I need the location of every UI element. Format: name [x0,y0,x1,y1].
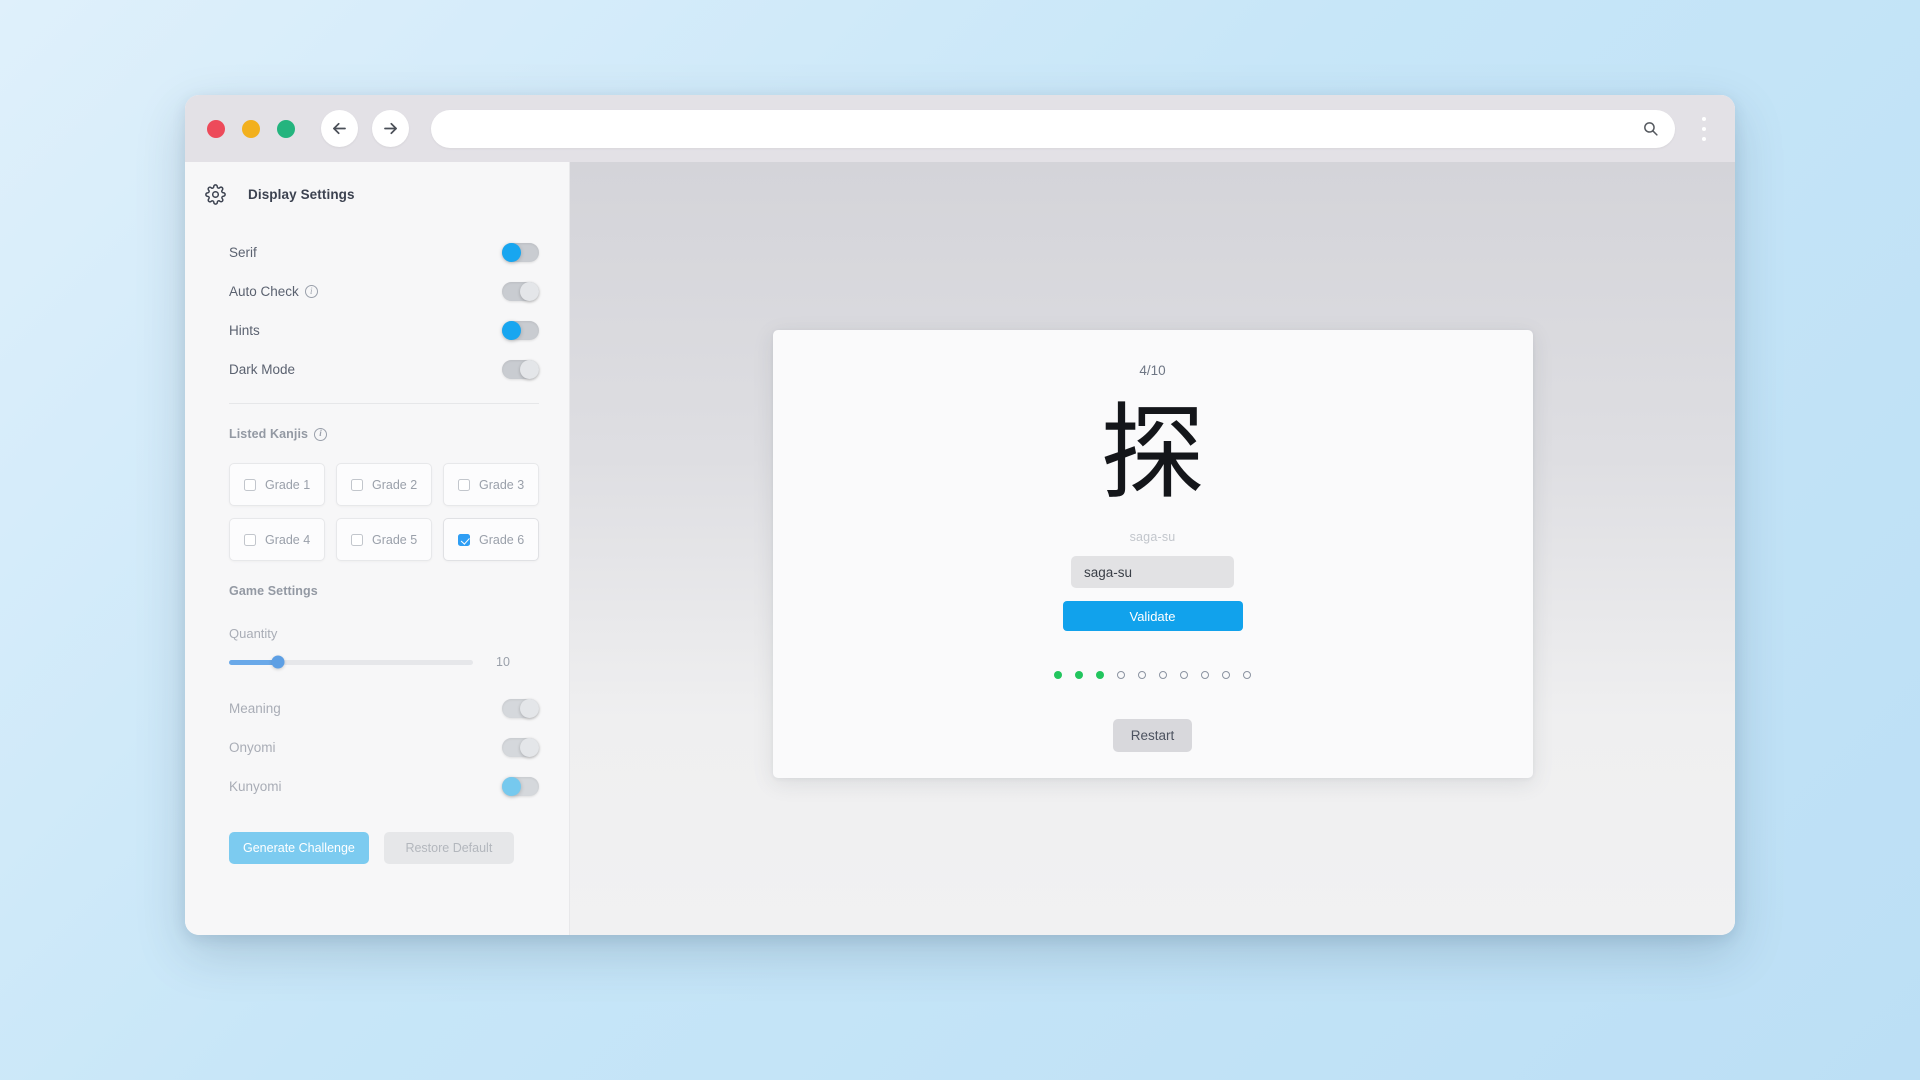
setting-label: Serif [229,245,257,260]
toggle-dark-mode[interactable] [502,360,539,379]
setting-label: Hints [229,323,260,338]
arrow-right-icon [384,122,397,135]
kebab-menu-icon [1702,116,1706,121]
setting-label: Dark Mode [229,362,296,377]
search-icon[interactable] [1642,120,1659,137]
progress-dot [1054,671,1062,679]
sidebar-header: Display Settings [205,184,539,205]
quantity-slider[interactable] [229,655,473,669]
setting-label: Meaning [229,701,281,716]
progress-dot [1243,671,1251,679]
validate-button[interactable]: Validate [1062,601,1243,631]
setting-label: Auto Check i [229,284,318,299]
restore-default-button[interactable]: Restore Default [383,832,514,864]
back-button[interactable] [321,110,358,147]
progress-dot [1096,671,1104,679]
grade-option-2[interactable]: Grade 2 [336,463,432,506]
address-bar[interactable] [431,109,1675,148]
info-icon[interactable]: i [314,427,328,441]
page-body: Display Settings Serif Auto Check i Hint… [185,162,1735,935]
progress-dot [1201,671,1209,679]
sidebar-divider [229,403,539,404]
quantity-value: 10 [496,655,510,669]
setting-row-auto-check: Auto Check i [229,272,539,311]
slider-handle[interactable] [271,655,285,669]
traffic-light-group [207,119,295,138]
kanji-display: 探 [1100,392,1205,514]
navigation-buttons [321,110,409,147]
sidebar-action-buttons: Generate Challenge Restore Default [229,832,539,864]
progress-dot [1117,671,1125,679]
checkbox[interactable] [458,533,470,546]
generate-challenge-button[interactable]: Generate Challenge [229,832,369,864]
toggle-onyomi[interactable] [502,738,539,757]
grade-option-4[interactable]: Grade 4 [229,518,325,561]
setting-row-onyomi: Onyomi [229,728,539,767]
setting-row-serif: Serif [229,233,539,272]
quiz-card: 4/10 探 saga-su Validate Restart [772,330,1533,778]
answer-input[interactable] [1071,556,1234,588]
toggle-auto-check[interactable] [502,282,539,301]
setting-label: Kunyomi [229,779,282,794]
checkbox[interactable] [244,533,256,546]
forward-button[interactable] [372,110,409,147]
grade-option-3[interactable]: Grade 3 [443,463,539,506]
restart-button[interactable]: Restart [1112,719,1193,752]
progress-dot [1180,671,1188,679]
section-title-game-settings: Game Settings [229,584,318,598]
minimize-window-button[interactable] [242,119,260,138]
grade-option-6[interactable]: Grade 6 [443,518,539,561]
grade-selection-grid: Grade 1 Grade 2 Grade 3 Grade 4 Grade 5 … [229,463,539,561]
arrow-left-icon [333,122,346,135]
page-title: Display Settings [248,187,355,202]
toggle-serif[interactable] [502,243,539,262]
checkbox[interactable] [458,478,470,491]
main-content-area: 4/10 探 saga-su Validate Restart [570,162,1735,935]
url-input[interactable] [451,120,1642,137]
browser-window: Display Settings Serif Auto Check i Hint… [185,95,1735,935]
setting-row-dark-mode: Dark Mode [229,350,539,389]
browser-titlebar [185,95,1735,162]
checkbox[interactable] [244,478,256,491]
display-settings-list: Serif Auto Check i Hints Dark Mode [229,233,539,389]
close-window-button[interactable] [207,119,225,138]
toggle-kunyomi[interactable] [502,777,539,796]
info-icon[interactable]: i [304,285,318,298]
game-toggle-list: Meaning Onyomi Kunyomi [229,689,539,806]
progress-dot [1138,671,1146,679]
checkbox[interactable] [351,478,363,491]
setting-label: Onyomi [229,740,276,755]
progress-dots [1054,671,1251,679]
browser-menu-button[interactable] [1687,106,1721,152]
quantity-slider-row: 10 [229,655,539,669]
checkbox[interactable] [351,533,363,546]
toggle-hints[interactable] [502,321,539,340]
question-counter: 4/10 [1139,363,1166,378]
progress-dot [1075,671,1083,679]
section-title-listed-kanjis: Listed Kanjis i [229,427,539,441]
setting-row-meaning: Meaning [229,689,539,728]
setting-row-hints: Hints [229,311,539,350]
maximize-window-button[interactable] [277,119,295,138]
toggle-meaning[interactable] [502,699,539,718]
progress-dot [1222,671,1230,679]
grade-option-5[interactable]: Grade 5 [336,518,432,561]
gear-icon[interactable] [205,184,226,205]
settings-sidebar: Display Settings Serif Auto Check i Hint… [185,162,570,935]
progress-dot [1159,671,1167,679]
hint-text: saga-su [1129,530,1176,544]
quantity-label: Quantity [229,626,278,641]
setting-row-kunyomi: Kunyomi [229,767,539,806]
grade-option-1[interactable]: Grade 1 [229,463,325,506]
